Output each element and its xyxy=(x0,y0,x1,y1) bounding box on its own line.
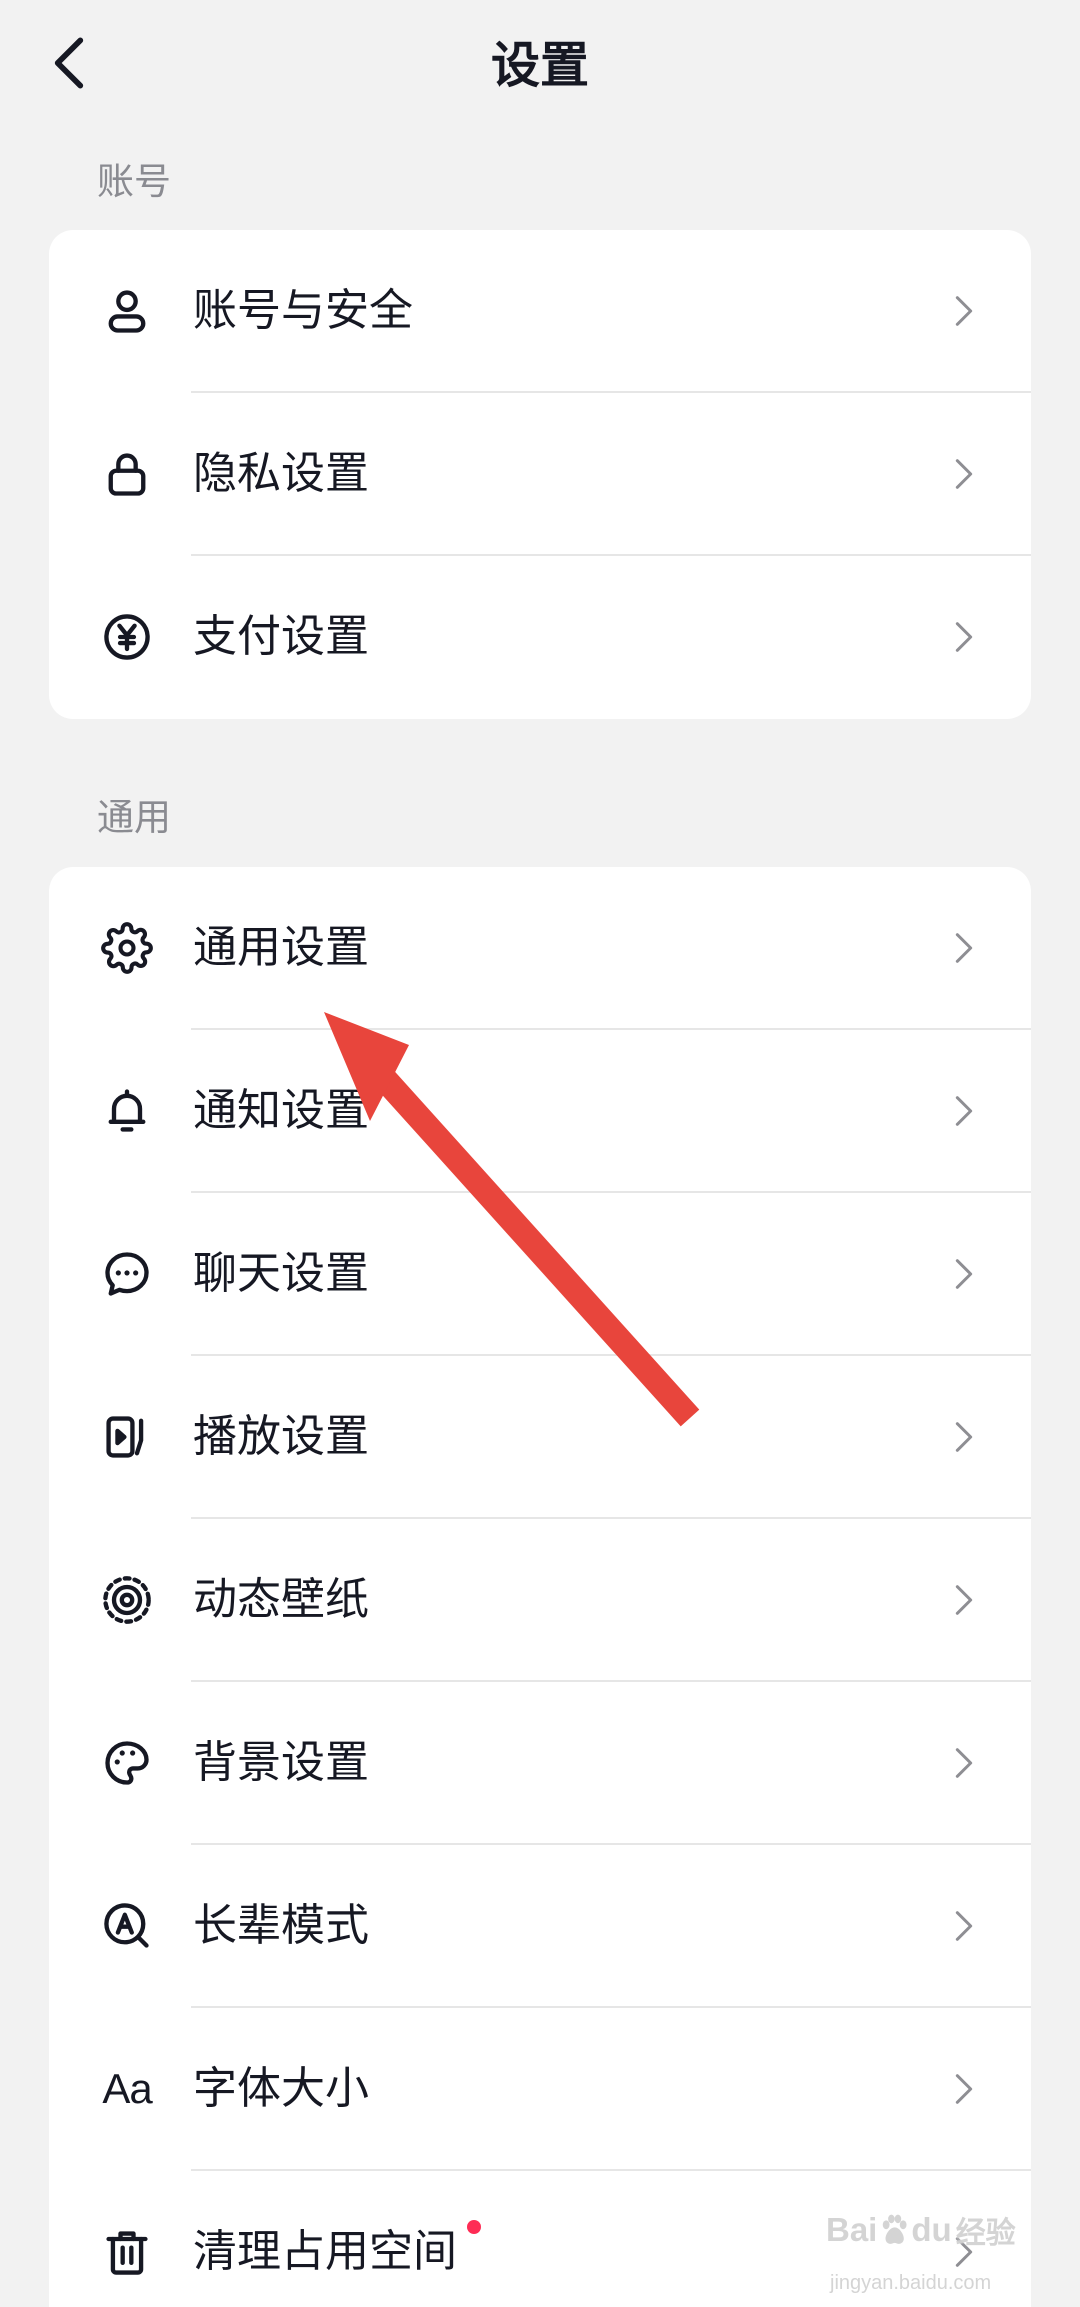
section-label-general: 通用 xyxy=(97,796,171,839)
settings-item-account-security[interactable]: 账号与安全 xyxy=(49,230,1031,393)
settings-item-clear-storage[interactable]: 清理占用空间 xyxy=(49,2171,1031,2307)
settings-item-label: 播放设置 xyxy=(193,1411,369,1462)
settings-item-background[interactable]: 背景设置 xyxy=(49,1682,1031,1845)
settings-card-account: 账号与安全 隐私设置 支付设置 xyxy=(49,230,1031,719)
chevron-right-icon xyxy=(954,1908,974,1944)
trash-icon xyxy=(101,2226,153,2278)
settings-item-label: 字体大小 xyxy=(193,2063,369,2114)
yen-circle-icon xyxy=(101,611,153,663)
settings-item-label: 隐私设置 xyxy=(193,448,369,499)
settings-item-label: 聊天设置 xyxy=(193,1248,369,1299)
settings-item-font-size[interactable]: Aa 字体大小 xyxy=(49,2008,1031,2171)
settings-item-label: 账号与安全 xyxy=(193,285,413,336)
settings-item-label: 动态壁纸 xyxy=(193,1574,369,1625)
settings-item-label: 支付设置 xyxy=(193,611,369,662)
red-dot-badge xyxy=(467,2220,481,2234)
chevron-right-icon xyxy=(954,1582,974,1618)
palette-icon xyxy=(101,1737,153,1789)
settings-item-payment[interactable]: 支付设置 xyxy=(49,556,1031,719)
font-size-icon-text: Aa xyxy=(102,2065,152,2112)
play-panel-icon xyxy=(101,1411,153,1463)
chevron-right-icon xyxy=(954,619,974,655)
bell-icon xyxy=(101,1085,153,1137)
chevron-right-icon xyxy=(954,2234,974,2270)
settings-card-general-viewport: 通用设置 通知设置 聊天设置 播放设置 动态壁纸 背景设置 长辈模式 Aa 字体… xyxy=(49,867,1031,2307)
settings-item-notifications[interactable]: 通知设置 xyxy=(49,1030,1031,1193)
settings-item-playback[interactable]: 播放设置 xyxy=(49,1356,1031,1519)
chevron-right-icon xyxy=(954,930,974,966)
chevron-right-icon xyxy=(954,1419,974,1455)
settings-item-live-wallpaper[interactable]: 动态壁纸 xyxy=(49,1519,1031,1682)
gear-icon xyxy=(101,922,153,974)
settings-page: 设置 账号 账号与安全 隐私设置 支付设置 通用 通用设置 通知设置 聊天设置 … xyxy=(0,0,1080,2307)
elder-mode-icon xyxy=(101,1900,153,1952)
lock-icon xyxy=(101,448,153,500)
settings-item-elder-mode[interactable]: 长辈模式 xyxy=(49,1845,1031,2008)
chevron-right-icon xyxy=(954,1256,974,1292)
chevron-right-icon xyxy=(954,456,974,492)
settings-item-label: 通知设置 xyxy=(193,1085,369,1136)
settings-item-label-text: 清理占用空间 xyxy=(193,2226,457,2277)
chevron-right-icon xyxy=(954,293,974,329)
settings-item-privacy[interactable]: 隐私设置 xyxy=(49,393,1031,556)
settings-card-general: 通用设置 通知设置 聊天设置 播放设置 动态壁纸 背景设置 长辈模式 Aa 字体… xyxy=(49,867,1031,2307)
chevron-right-icon xyxy=(954,1093,974,1129)
settings-item-label: 长辈模式 xyxy=(193,1900,369,1951)
settings-item-label: 清理占用空间 xyxy=(193,2220,481,2278)
settings-item-chat[interactable]: 聊天设置 xyxy=(49,1193,1031,1356)
section-label-account: 账号 xyxy=(97,160,171,203)
back-button[interactable] xyxy=(44,30,94,96)
chevron-left-icon xyxy=(54,37,84,89)
chat-bubble-icon xyxy=(101,1248,153,1300)
settings-item-general[interactable]: 通用设置 xyxy=(49,867,1031,1030)
page-title: 设置 xyxy=(490,37,589,94)
font-size-icon: Aa xyxy=(101,2063,153,2115)
user-icon xyxy=(101,285,153,337)
settings-item-label: 背景设置 xyxy=(193,1737,369,1788)
settings-item-label: 通用设置 xyxy=(193,922,369,973)
chevron-right-icon xyxy=(954,2071,974,2107)
chevron-right-icon xyxy=(954,1745,974,1781)
live-wallpaper-icon xyxy=(101,1574,153,1626)
